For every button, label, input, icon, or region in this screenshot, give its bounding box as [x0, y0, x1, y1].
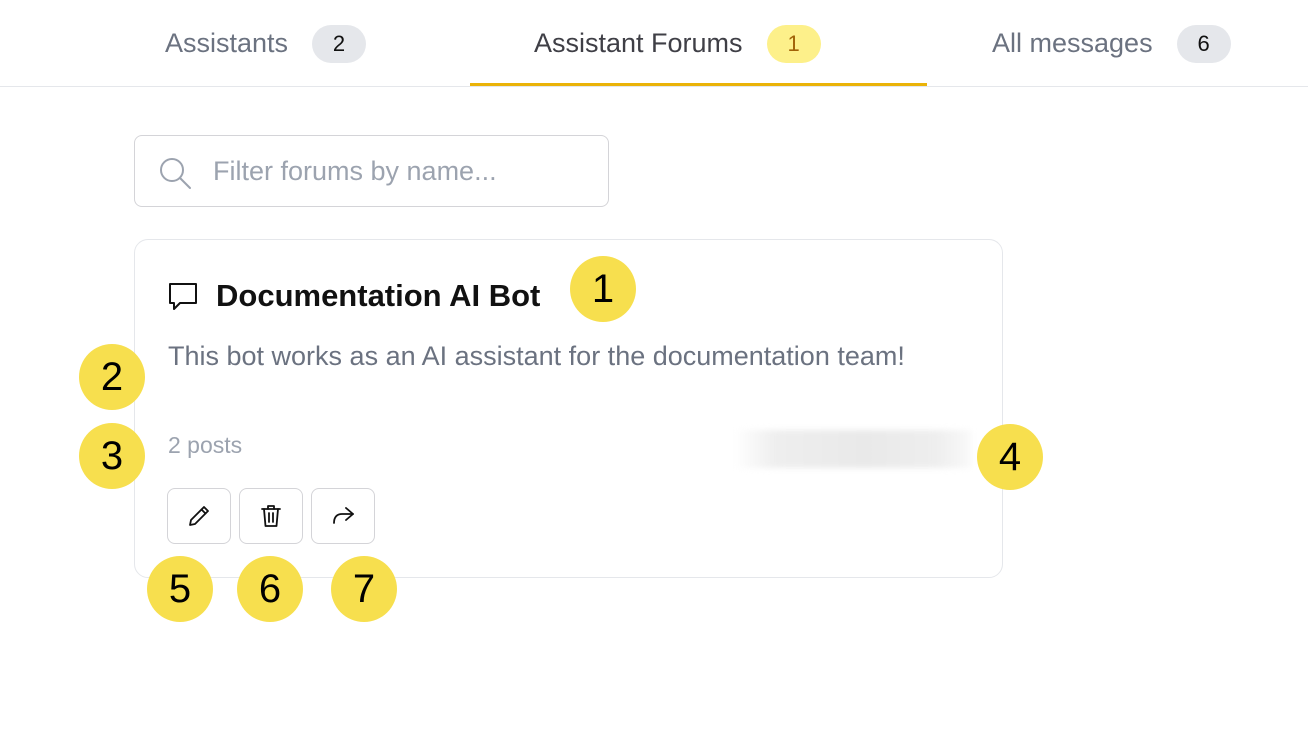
- page: Assistants 2 Assistant Forums 1 All mess…: [0, 0, 1308, 736]
- share-forum-button[interactable]: [311, 488, 375, 544]
- callout-marker-1: 1: [570, 256, 636, 322]
- chat-bubble-icon: [169, 283, 197, 310]
- forum-card-header: Documentation AI Bot: [166, 276, 540, 316]
- tab-all-messages-label: All messages: [992, 28, 1153, 58]
- forum-search-input[interactable]: [213, 150, 593, 192]
- share-arrow-icon: [333, 507, 354, 524]
- forum-post-count: 2 posts: [168, 432, 243, 458]
- callout-marker-7: 7: [331, 556, 397, 622]
- tab-bar: Assistants 2 Assistant Forums 1 All mess…: [0, 0, 1308, 87]
- forum-search-box: [134, 135, 609, 207]
- tab-assistant-forums[interactable]: Assistant Forums 1: [534, 0, 821, 87]
- callout-marker-6: 6: [237, 556, 303, 622]
- active-tab-indicator: [470, 83, 927, 86]
- trash-icon: [261, 505, 281, 527]
- tab-assistants[interactable]: Assistants 2: [165, 0, 367, 87]
- callout-marker-5: 5: [147, 556, 213, 622]
- edit-forum-button[interactable]: [167, 488, 231, 544]
- search-icon: [160, 158, 191, 189]
- tab-assistant-forums-count-badge: 1: [766, 24, 821, 63]
- callout-marker-4: 4: [977, 424, 1043, 490]
- callout-marker-2: 2: [79, 344, 145, 410]
- blurred-metadata: [735, 430, 971, 468]
- tab-assistant-forums-label: Assistant Forums: [534, 28, 743, 58]
- tab-assistants-count-badge: 2: [312, 24, 367, 63]
- tab-all-messages-count-badge: 6: [1176, 24, 1231, 63]
- callout-marker-3: 3: [79, 423, 145, 489]
- tab-all-messages[interactable]: All messages 6: [992, 0, 1231, 87]
- delete-forum-button[interactable]: [239, 488, 303, 544]
- tab-assistants-label: Assistants: [165, 28, 289, 58]
- forum-description: This bot works as an AI assistant for th…: [168, 341, 905, 371]
- forum-title[interactable]: Documentation AI Bot: [216, 278, 540, 314]
- pencil-icon: [189, 506, 209, 526]
